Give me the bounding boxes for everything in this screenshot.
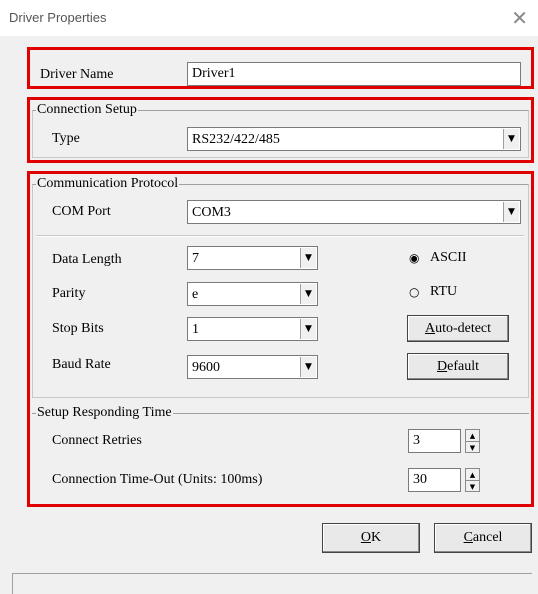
ascii-radio-icon[interactable]: ◉ [409, 250, 419, 266]
rtu-radio-label[interactable]: RTU [430, 284, 457, 300]
dropdown-arrow-icon[interactable]: ▼ [300, 357, 316, 377]
driver-name-label: Driver Name [40, 67, 114, 82]
stop-bits-select[interactable]: 1 ▼ [187, 317, 318, 341]
close-icon[interactable]: ✕ [511, 6, 528, 30]
rtu-radio-icon[interactable]: ○ [409, 284, 419, 300]
ok-label: OK [360, 530, 382, 545]
data-length-value: 7 [192, 251, 199, 266]
spin-up-icon[interactable]: ▲ [466, 469, 479, 480]
cancel-button[interactable]: Cancel [434, 523, 532, 553]
connect-retries-spinner[interactable]: ▲ ▼ [465, 429, 480, 453]
com-port-label: COM Port [52, 204, 111, 219]
type-select[interactable]: RS232/422/485 ▼ [187, 127, 521, 151]
stop-bits-label: Stop Bits [52, 321, 104, 336]
spin-down-icon[interactable]: ▼ [466, 480, 479, 491]
data-length-select[interactable]: 7 ▼ [187, 246, 318, 270]
baud-rate-value: 9600 [192, 360, 220, 375]
dropdown-arrow-icon[interactable]: ▼ [300, 319, 316, 339]
com-port-value: COM3 [192, 205, 231, 220]
connect-retries-field[interactable]: 3 [408, 429, 461, 453]
type-select-value: RS232/422/485 [192, 132, 280, 147]
status-bar [12, 573, 532, 594]
communication-protocol-legend: Communication Protocol [36, 176, 180, 191]
baud-rate-select[interactable]: 9600 ▼ [187, 355, 318, 379]
driver-name-field[interactable]: Driver1 [187, 62, 521, 86]
protocol-separator [36, 235, 524, 237]
auto-detect-label: Auto-detect [424, 321, 492, 336]
dropdown-arrow-icon[interactable]: ▼ [300, 284, 316, 304]
auto-detect-button[interactable]: Auto-detect [407, 315, 509, 342]
timeout-field[interactable]: 30 [408, 468, 461, 492]
cancel-label: Cancel [463, 530, 503, 545]
dropdown-arrow-icon[interactable]: ▼ [503, 129, 519, 149]
spin-down-icon[interactable]: ▼ [466, 441, 479, 452]
data-length-label: Data Length [52, 252, 122, 267]
ascii-radio-label[interactable]: ASCII [430, 250, 467, 266]
timeout-label: Connection Time-Out (Units: 100ms) [52, 472, 263, 487]
baud-rate-label: Baud Rate [52, 357, 111, 372]
connection-setup-legend: Connection Setup [36, 102, 138, 117]
dropdown-arrow-icon[interactable]: ▼ [300, 248, 316, 268]
responding-time-legend: Setup Responding Time [36, 405, 173, 420]
spin-up-icon[interactable]: ▲ [466, 430, 479, 441]
dropdown-arrow-icon[interactable]: ▼ [503, 202, 519, 222]
ok-button[interactable]: OK [322, 523, 420, 553]
timeout-spinner[interactable]: ▲ ▼ [465, 468, 480, 492]
parity-select[interactable]: e ▼ [187, 282, 318, 306]
window-title: Driver Properties [9, 10, 107, 25]
com-port-select[interactable]: COM3 ▼ [187, 200, 521, 224]
parity-label: Parity [52, 286, 86, 301]
default-label: Default [437, 359, 479, 374]
stop-bits-value: 1 [192, 322, 199, 337]
default-button[interactable]: Default [407, 353, 509, 380]
connect-retries-label: Connect Retries [52, 433, 142, 448]
type-label: Type [52, 131, 80, 146]
parity-value: e [192, 287, 199, 302]
